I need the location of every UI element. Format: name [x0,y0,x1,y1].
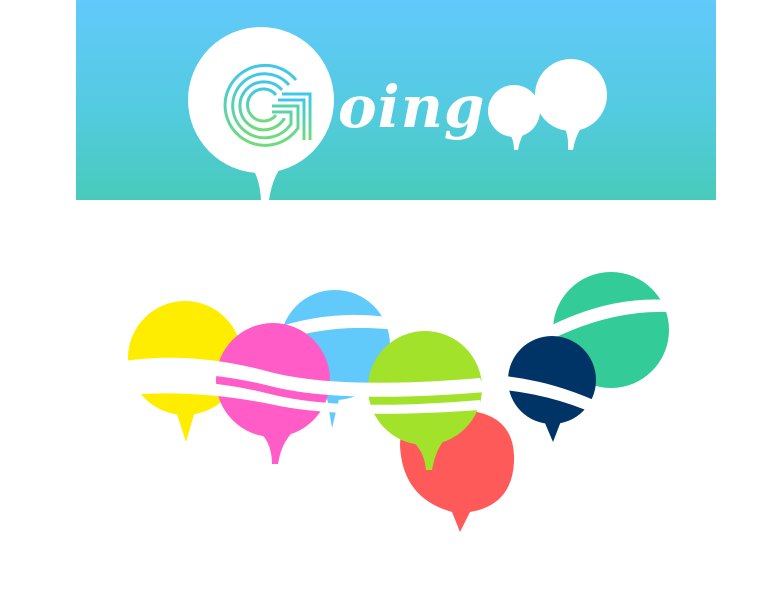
balloon-illustration [118,272,669,532]
